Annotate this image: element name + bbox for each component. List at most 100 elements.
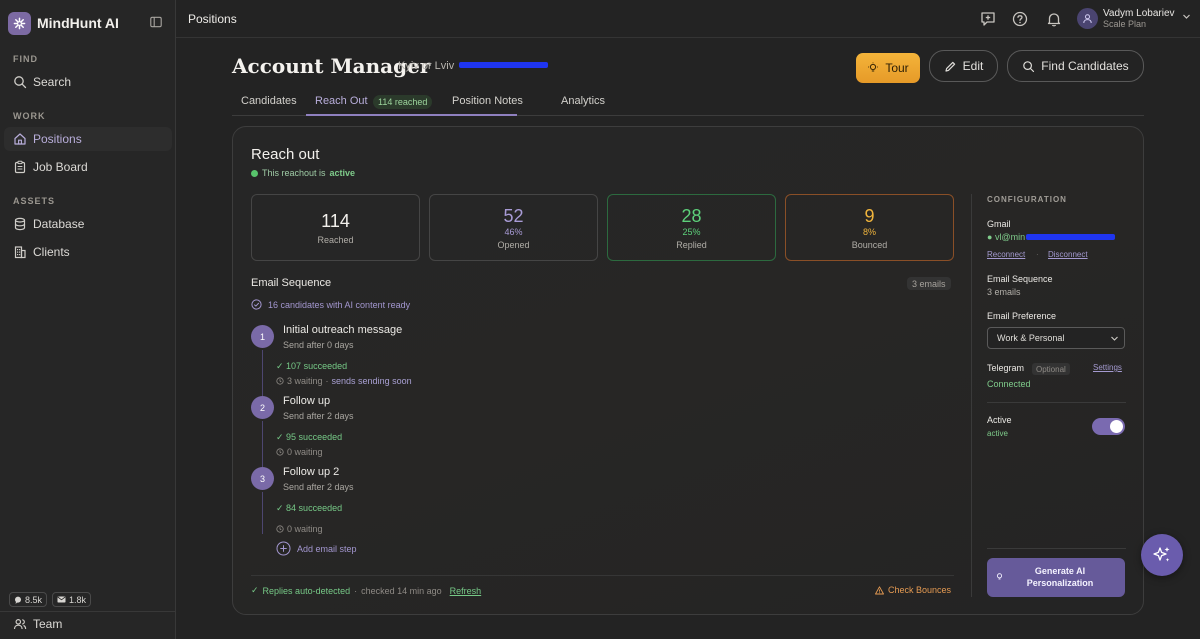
- email-preference-label: Email Preference: [987, 311, 1057, 321]
- stat-opened-label: Opened: [497, 240, 530, 250]
- disconnect-link[interactable]: Disconnect: [1048, 250, 1088, 259]
- breadcrumb[interactable]: Positions: [188, 12, 237, 26]
- sidebar-item-label: Positions: [33, 132, 82, 146]
- app-logo-row[interactable]: MindHunt AI: [8, 11, 168, 35]
- step-name[interactable]: Follow up: [283, 395, 330, 407]
- stat-replied-pct: 25%: [682, 227, 701, 237]
- config-divider-line: [987, 402, 1126, 403]
- stat-reached-value: 114: [321, 211, 350, 231]
- check-circle-icon: [251, 299, 262, 310]
- bell-icon[interactable]: [1045, 10, 1063, 28]
- last-checked: checked 14 min ago: [361, 585, 442, 596]
- lightbulb-icon: [996, 573, 1003, 580]
- stat-reached-label: Reached: [317, 235, 354, 245]
- sidebar-item-job-board[interactable]: Job Board: [4, 155, 172, 179]
- tab-reach-out[interactable]: Reach Out: [315, 95, 368, 107]
- edit-button[interactable]: Edit: [929, 50, 998, 82]
- stat-bounced-value: 9: [864, 206, 875, 226]
- tab-analytics[interactable]: Analytics: [561, 95, 605, 107]
- active-tab-indicator: [306, 114, 517, 116]
- plus-circle-icon: [276, 541, 291, 556]
- sidebar-item-search[interactable]: Search: [4, 70, 172, 94]
- stat-bounced-pct: 8%: [862, 227, 876, 237]
- pencil-icon: [945, 61, 955, 72]
- generate-ai-personalization-button[interactable]: Generate AI Personalization: [987, 558, 1125, 597]
- gmail-account-text: vl@min: [994, 232, 1026, 242]
- clock-icon: [276, 525, 284, 533]
- step-number: 1: [251, 325, 274, 348]
- help-icon[interactable]: [1011, 10, 1029, 28]
- active-toggle[interactable]: [1092, 418, 1125, 435]
- add-email-step-button[interactable]: Add email step: [276, 541, 357, 556]
- config-title: CONFIGURATION: [987, 195, 1067, 204]
- stat-card-bounced: 9 8% Bounced: [785, 194, 954, 261]
- step-name[interactable]: Initial outreach message: [283, 324, 402, 336]
- reached-badge: 114 reached: [373, 95, 433, 109]
- section-title-work: WORK: [13, 111, 46, 121]
- email-preference-select[interactable]: Work & Personal: [987, 327, 1125, 349]
- active-label: Active: [987, 415, 1012, 425]
- team-icon: [13, 619, 27, 630]
- status-prefix: This reachout is: [262, 168, 326, 178]
- warning-icon: [875, 585, 884, 594]
- sidebar-item-positions[interactable]: Positions: [4, 127, 172, 151]
- clock-icon: [276, 377, 284, 385]
- database-icon: [14, 217, 26, 231]
- stat-card-replied: 28 25% Replied: [607, 194, 776, 261]
- email-preference-value: Work & Personal: [997, 333, 1065, 343]
- stat-opened-pct: 46%: [504, 227, 523, 237]
- step-name[interactable]: Follow up 2: [283, 466, 339, 478]
- tab-position-notes[interactable]: Position Notes: [452, 95, 523, 107]
- chevron-down-icon: [1111, 336, 1118, 341]
- step-delay: Send after 2 days: [283, 482, 354, 492]
- step-waiting-text: 0 waiting: [287, 524, 323, 534]
- footer-divider: [251, 575, 954, 576]
- app-logo-icon: [8, 11, 31, 35]
- email-sequence-label: Email Sequence: [987, 274, 1053, 284]
- clipboard-icon: [14, 160, 26, 174]
- telegram-label: Telegram: [987, 363, 1025, 373]
- step-number: 3: [251, 467, 274, 490]
- step-succeeded: ✓ 95 succeeded: [276, 432, 343, 442]
- ai-assistant-button[interactable]: [1141, 534, 1183, 576]
- sidebar-item-database[interactable]: Database: [4, 212, 172, 236]
- tour-button[interactable]: Tour: [856, 53, 920, 83]
- check-bounces-button[interactable]: Check Bounces: [875, 585, 951, 595]
- toggle-knob: [1110, 420, 1123, 433]
- telegram-optional-badge: Optional: [1032, 363, 1070, 375]
- sidebar-item-label: Clients: [33, 245, 70, 259]
- stat-bounced-label: Bounced: [851, 240, 888, 250]
- status-dot-icon: [251, 169, 258, 177]
- telegram-settings-link[interactable]: Settings: [1093, 363, 1122, 372]
- step-number: 2: [251, 396, 274, 419]
- email-sequence-value: 3 emails: [987, 287, 1021, 297]
- edit-button-label: Edit: [962, 59, 984, 73]
- stat-opened-value: 52: [503, 206, 524, 226]
- step-succeeded-text: 95 succeeded: [286, 432, 343, 442]
- link-separator: ·: [1036, 250, 1039, 259]
- user-name[interactable]: Vadym Lobariev: [1103, 8, 1175, 19]
- step-succeeded: ✓ 84 succeeded: [276, 503, 343, 513]
- sidebar-collapse-icon[interactable]: [150, 16, 169, 28]
- top-bar: Positions Vadym Lobariev Scale Plan: [176, 0, 1200, 38]
- sidebar-item-clients[interactable]: Clients: [4, 240, 172, 264]
- feedback-icon[interactable]: [979, 10, 997, 28]
- status-value: active: [329, 168, 356, 178]
- active-status: active: [987, 429, 1008, 438]
- refresh-link[interactable]: Refresh: [450, 586, 482, 596]
- sidebar-item-team[interactable]: Team: [4, 612, 172, 636]
- email-count-badge: 3 emails: [907, 277, 951, 290]
- find-candidates-button[interactable]: Find Candidates: [1007, 50, 1144, 82]
- user-plan: Scale Plan: [1103, 19, 1147, 29]
- gmail-account: ● vl@min: [987, 232, 1026, 242]
- stat-card-opened: 52 46% Opened: [429, 194, 598, 261]
- avatar[interactable]: [1077, 8, 1098, 29]
- chevron-down-icon[interactable]: [1182, 12, 1191, 21]
- user-icon: [1083, 14, 1092, 24]
- tab-candidates[interactable]: Candidates: [241, 95, 297, 107]
- reconnect-link[interactable]: Reconnect: [987, 250, 1025, 259]
- ai-ready-note: 16 candidates with AI content ready: [251, 299, 410, 310]
- step-succeeded: ✓ 107 succeeded: [276, 361, 348, 371]
- stat-replied-label: Replied: [676, 240, 707, 250]
- find-candidates-label: Find Candidates: [1041, 59, 1129, 73]
